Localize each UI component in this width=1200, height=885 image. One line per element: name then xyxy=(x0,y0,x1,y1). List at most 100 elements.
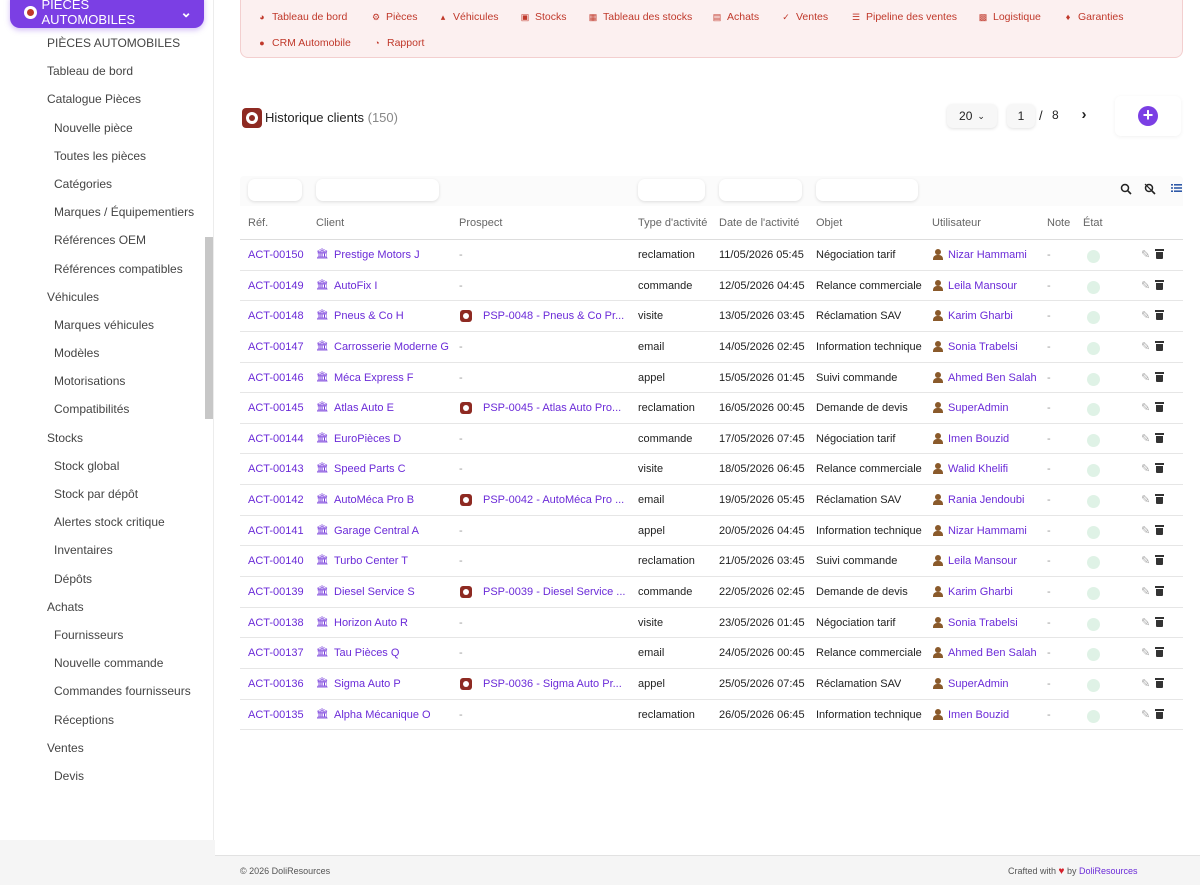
sidebar-item[interactable]: Tableau de bord xyxy=(0,57,204,85)
header-user[interactable]: Utilisateur xyxy=(932,217,981,229)
delete-icon[interactable] xyxy=(1155,616,1164,627)
client-link[interactable]: AutoFix I xyxy=(334,280,454,292)
sidebar-item[interactable]: PIÈCES AUTOMOBILES xyxy=(0,29,204,57)
sidebar-item[interactable]: Ventes xyxy=(0,734,204,762)
header-ref[interactable]: Réf. xyxy=(248,217,268,229)
client-link[interactable]: Alpha Mécanique O xyxy=(334,709,454,721)
edit-icon[interactable]: ✎ xyxy=(1141,708,1150,721)
user-link[interactable]: Karim Gharbi xyxy=(948,310,1013,322)
edit-icon[interactable]: ✎ xyxy=(1141,371,1150,384)
prospect-link[interactable]: PSP-0048 - Pneus & Co Pr... xyxy=(483,310,625,322)
prospect-link[interactable]: PSP-0039 - Diesel Service ... xyxy=(483,586,625,598)
page-number-input[interactable]: 1 xyxy=(1007,104,1035,128)
table-row[interactable]: ACT-00143 🏛 Speed Parts C - visite 18/05/2026… xyxy=(240,454,1183,486)
delete-icon[interactable] xyxy=(1155,524,1164,535)
client-link[interactable]: EuroPièces D xyxy=(334,433,454,445)
sidebar-item[interactable]: Modèles xyxy=(0,339,204,367)
edit-icon[interactable]: ✎ xyxy=(1141,279,1150,292)
sidebar-item[interactable]: Catalogue Pièces xyxy=(0,85,204,113)
edit-icon[interactable]: ✎ xyxy=(1141,432,1150,445)
user-link[interactable]: Nizar Hammami xyxy=(948,525,1027,537)
ref-link[interactable]: ACT-00136 xyxy=(248,678,304,690)
user-link[interactable]: Nizar Hammami xyxy=(948,249,1027,261)
edit-icon[interactable]: ✎ xyxy=(1141,585,1150,598)
header-prospect[interactable]: Prospect xyxy=(459,217,502,229)
table-row[interactable]: ACT-00145 🏛 Atlas Auto E PSP-0045 - Atlas A… xyxy=(240,393,1183,424)
sidebar-item[interactable]: Nouvelle pièce xyxy=(0,114,204,142)
user-link[interactable]: Ahmed Ben Salah xyxy=(948,372,1037,384)
nav-item[interactable]: ▩ Logistique xyxy=(978,11,1041,23)
table-row[interactable]: ACT-00136 🏛 Sigma Auto P PSP-0036 - Sigma A… xyxy=(240,669,1183,700)
table-row[interactable]: ACT-00135 🏛 Alpha Mécanique O - reclamation 2… xyxy=(240,700,1183,731)
prospect-link[interactable]: PSP-0042 - AutoMéca Pro ... xyxy=(483,494,625,506)
delete-icon[interactable] xyxy=(1155,432,1164,443)
header-client[interactable]: Client xyxy=(316,217,344,229)
sidebar-item[interactable]: Motorisations xyxy=(0,367,204,395)
sidebar-item[interactable]: Références OEM xyxy=(0,226,204,254)
user-link[interactable]: Walid Khelifi xyxy=(948,463,1008,475)
user-link[interactable]: Sonia Trabelsi xyxy=(948,341,1018,353)
filter-ref-input[interactable] xyxy=(248,179,302,201)
nav-item[interactable]: ▴ Véhicules xyxy=(438,11,499,23)
user-link[interactable]: SuperAdmin xyxy=(948,402,1009,414)
ref-link[interactable]: ACT-00137 xyxy=(248,647,304,659)
edit-icon[interactable]: ✎ xyxy=(1141,493,1150,506)
client-link[interactable]: Pneus & Co H xyxy=(334,310,454,322)
table-row[interactable]: ACT-00137 🏛 Tau Pièces Q - email 24/05/2026 0… xyxy=(240,638,1183,669)
table-row[interactable]: ACT-00146 🏛 Méca Express F - appel 15/05/2026… xyxy=(240,363,1183,394)
client-link[interactable]: Carrosserie Moderne G xyxy=(334,341,454,353)
edit-icon[interactable]: ✎ xyxy=(1141,616,1150,629)
table-row[interactable]: ACT-00139 🏛 Diesel Service S PSP-0039 - Die… xyxy=(240,577,1183,608)
nav-item[interactable]: ▣ Stocks xyxy=(520,11,567,23)
sidebar-item[interactable]: Inventaires xyxy=(0,536,204,564)
ref-link[interactable]: ACT-00147 xyxy=(248,341,304,353)
sidebar-item[interactable]: Marques véhicules xyxy=(0,311,204,339)
ref-link[interactable]: ACT-00143 xyxy=(248,463,304,475)
delete-icon[interactable] xyxy=(1155,340,1164,351)
per-page-select[interactable]: 20 ⌄ xyxy=(947,104,997,128)
nav-item[interactable]: ✓ Ventes xyxy=(781,11,828,23)
header-note[interactable]: Note xyxy=(1047,217,1070,229)
ref-link[interactable]: ACT-00150 xyxy=(248,249,304,261)
edit-icon[interactable]: ✎ xyxy=(1141,340,1150,353)
ref-link[interactable]: ACT-00142 xyxy=(248,494,304,506)
header-date[interactable]: Date de l'activité xyxy=(719,217,799,229)
table-row[interactable]: ACT-00150 🏛 Prestige Motors J - reclamation 1… xyxy=(240,240,1183,271)
sidebar-scrollbar[interactable] xyxy=(205,237,213,419)
sidebar-item[interactable]: Réceptions xyxy=(0,706,204,734)
user-link[interactable]: Rania Jendoubi xyxy=(948,494,1024,506)
table-row[interactable]: ACT-00138 🏛 Horizon Auto R - visite 23/05/202… xyxy=(240,608,1183,639)
user-link[interactable]: Leila Mansour xyxy=(948,555,1017,567)
user-link[interactable]: SuperAdmin xyxy=(948,678,1009,690)
user-link[interactable]: Leila Mansour xyxy=(948,280,1017,292)
user-link[interactable]: Imen Bouzid xyxy=(948,433,1009,445)
client-link[interactable]: Garage Central A xyxy=(334,525,454,537)
ref-link[interactable]: ACT-00148 xyxy=(248,310,304,322)
sidebar-item[interactable]: Stock par dépôt xyxy=(0,480,204,508)
sidebar-item[interactable]: Catégories xyxy=(0,170,204,198)
filter-client-input[interactable] xyxy=(316,179,439,201)
add-record-button[interactable]: + xyxy=(1138,106,1158,126)
delete-icon[interactable] xyxy=(1155,402,1164,413)
ref-link[interactable]: ACT-00146 xyxy=(248,372,304,384)
column-list-icon[interactable] xyxy=(1169,183,1183,197)
sidebar-item[interactable]: Dépôts xyxy=(0,565,204,593)
user-link[interactable]: Ahmed Ben Salah xyxy=(948,647,1037,659)
sidebar-item[interactable]: Alertes stock critique xyxy=(0,508,204,536)
nav-item[interactable]: ▤ Achats xyxy=(712,11,759,23)
header-objet[interactable]: Objet xyxy=(816,217,842,229)
delete-icon[interactable] xyxy=(1155,647,1164,658)
module-selector-button[interactable]: PIÈCES AUTOMOBILES ⌄ xyxy=(10,0,204,28)
table-row[interactable]: ACT-00140 🏛 Turbo Center T - reclamation 21/0… xyxy=(240,546,1183,578)
delete-icon[interactable] xyxy=(1155,463,1164,474)
edit-icon[interactable]: ✎ xyxy=(1141,677,1150,690)
ref-link[interactable]: ACT-00144 xyxy=(248,433,304,445)
ref-link[interactable]: ACT-00135 xyxy=(248,709,304,721)
user-link[interactable]: Karim Gharbi xyxy=(948,586,1013,598)
nav-item[interactable]: ▦ Tableau des stocks xyxy=(588,11,693,23)
client-link[interactable]: Méca Express F xyxy=(334,372,454,384)
client-link[interactable]: Sigma Auto P xyxy=(334,678,454,690)
table-row[interactable]: ACT-00141 🏛 Garage Central A - appel 20/05/20… xyxy=(240,516,1183,547)
sidebar-item[interactable]: Toutes les pièces xyxy=(0,142,204,170)
sidebar-item[interactable]: Nouvelle commande xyxy=(0,649,204,677)
